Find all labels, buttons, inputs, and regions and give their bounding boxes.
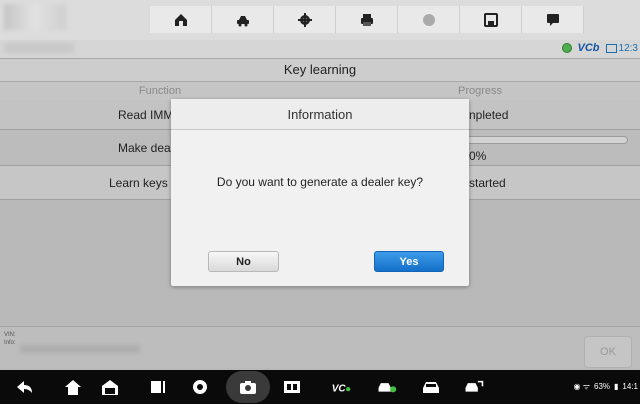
- dialog-title: Information: [171, 99, 469, 130]
- vin-label: VIN: Info:: [4, 332, 16, 346]
- svg-text:VC: VC: [332, 383, 347, 394]
- brand-logo: [4, 4, 66, 30]
- browser-icon: [193, 380, 207, 394]
- data-logging-button[interactable]: [522, 6, 584, 33]
- column-header-progress: Progress: [320, 82, 640, 100]
- system-time: 14:1: [622, 382, 638, 391]
- remote-button[interactable]: [461, 377, 487, 397]
- display-icon: [284, 381, 300, 393]
- print-button[interactable]: [336, 6, 398, 33]
- vci-icon: VC: [332, 383, 351, 394]
- garage-icon: [102, 380, 118, 395]
- no-button[interactable]: No: [208, 251, 279, 272]
- back-button[interactable]: [14, 377, 36, 397]
- system-status: ◉ ᯤ 63% ▮ 14:1: [573, 381, 638, 392]
- vehicle-swap-button[interactable]: [212, 6, 274, 33]
- system-navbar: VC ◉ ᯤ 63% ▮ 14:1: [0, 370, 640, 404]
- vehicle-swap-icon: [236, 15, 249, 26]
- ok-button[interactable]: OK: [584, 336, 632, 368]
- back-icon: [17, 381, 32, 393]
- vehicle-service-icon: [378, 383, 397, 393]
- settings-icon: [297, 12, 312, 27]
- status-strip: VCb 12:3: [0, 40, 640, 58]
- status-indicators: VCb 12:3: [561, 42, 638, 54]
- yes-button[interactable]: Yes: [374, 251, 444, 272]
- home-button[interactable]: [150, 6, 212, 33]
- battery-level: 63%: [594, 382, 611, 391]
- vin-info-panel: VIN: Info:: [0, 326, 640, 368]
- home-icon: [174, 13, 187, 26]
- column-header-function: Function: [0, 82, 320, 100]
- print-icon: [360, 13, 373, 26]
- wifi-icon: ◉ ᯤ: [573, 382, 590, 391]
- network-icon: [561, 43, 572, 53]
- recent-apps-button[interactable]: [147, 377, 169, 397]
- vci-status: VCb: [577, 42, 600, 54]
- battery-icon: ▮: [614, 382, 619, 391]
- row-progress: started: [469, 175, 506, 190]
- settings-button[interactable]: [274, 6, 336, 33]
- vehicle-service-button[interactable]: [374, 377, 400, 397]
- dialog-message: Do you want to generate a dealer key?: [216, 175, 424, 189]
- status-time: 12:3: [618, 42, 638, 54]
- row-function: Make dea: [118, 140, 171, 155]
- car-button[interactable]: [420, 377, 442, 397]
- clock: 12:3: [605, 42, 638, 54]
- vci-manager-button[interactable]: VC: [327, 377, 355, 397]
- remote-icon: [465, 380, 484, 392]
- recent-apps-icon: [151, 381, 165, 393]
- row-progress: npleted: [469, 107, 509, 122]
- vin-value: [20, 345, 140, 353]
- display-button[interactable]: [281, 377, 303, 397]
- calendar-icon: [605, 43, 617, 53]
- data-logging-icon: [546, 13, 559, 26]
- browser-button[interactable]: [189, 377, 211, 397]
- breadcrumb: [4, 43, 74, 53]
- page-title: Key learning: [0, 58, 640, 82]
- screenshot-button[interactable]: [237, 377, 259, 397]
- help-icon: [422, 13, 435, 26]
- row-function: Read IMM: [118, 107, 174, 122]
- home-nav-icon: [65, 380, 81, 395]
- car-icon: [423, 382, 439, 393]
- help-button[interactable]: [398, 6, 460, 33]
- save-button[interactable]: [460, 6, 522, 33]
- top-toolbar: [0, 0, 640, 40]
- home-nav-button[interactable]: [62, 377, 84, 397]
- autel-home-button[interactable]: [99, 377, 121, 397]
- camera-icon: [240, 381, 256, 394]
- save-icon: [483, 12, 498, 27]
- information-dialog: Information Do you want to generate a de…: [171, 99, 469, 286]
